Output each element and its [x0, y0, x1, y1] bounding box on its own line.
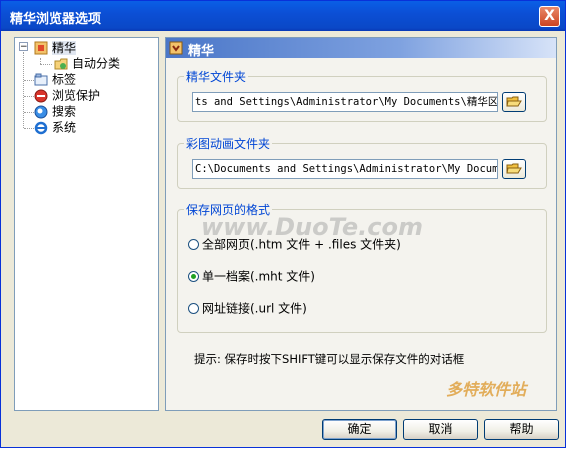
tree-item-label: 自动分类 [72, 56, 121, 71]
window-title: 精华浏览器选项 [10, 12, 102, 27]
tree-item-label: 浏览保护 [52, 88, 101, 103]
radio-button[interactable] [188, 239, 199, 250]
collapse-icon[interactable]: − [19, 42, 28, 52]
help-button[interactable]: 帮助 [484, 419, 559, 440]
group-legend: 彩图动画文件夹 [186, 137, 271, 151]
group-legend: 精华文件夹 [186, 70, 247, 84]
watermark-logo-text: 多特软件站 [446, 380, 527, 399]
options-dialog: 精华浏览器选项 X − 精华 自动分类 标签 浏览保护 搜索 系统 精华 精华文… [0, 0, 566, 448]
tree-item-favorites[interactable]: 精华 [34, 39, 77, 55]
favorites-folder-icon [34, 41, 48, 54]
option-label: 单一档案(.mht 文件) [202, 269, 315, 284]
panel-header: 精华 [166, 38, 556, 59]
favorites-folder-icon [169, 41, 183, 55]
tabs-icon [34, 73, 48, 85]
tree-item-system[interactable]: 系统 [34, 119, 76, 135]
open-folder-icon [506, 96, 522, 107]
title-bar[interactable]: 精华浏览器选项 X [1, 1, 565, 31]
system-ie-icon [34, 121, 48, 134]
tree-item-label: 系统 [52, 120, 77, 135]
watermark-text: www.DuoTe.com [201, 213, 423, 241]
search-icon [34, 105, 48, 118]
browse-favorites-button[interactable] [502, 92, 526, 112]
tree-item-tabs[interactable]: 标签 [34, 71, 76, 87]
browse-animation-button[interactable] [502, 159, 526, 179]
tree-item-label: 搜索 [52, 104, 77, 119]
tree-item-search[interactable]: 搜索 [34, 103, 76, 119]
tree-item-label: 精华 [52, 40, 77, 55]
format-option-url[interactable]: 网址链接(.url 文件) [188, 300, 307, 316]
hint-text: 提示: 保存时按下SHIFT键可以显示保存文件的对话框 [194, 352, 465, 366]
open-folder-icon [506, 163, 522, 174]
close-button[interactable]: X [539, 6, 560, 27]
tree-item-protection[interactable]: 浏览保护 [34, 87, 100, 103]
radio-button[interactable] [188, 303, 199, 314]
ok-button[interactable]: 确定 [322, 419, 397, 440]
auto-classify-icon [54, 58, 68, 69]
radio-button-checked[interactable] [188, 271, 199, 282]
format-option-mht[interactable]: 单一档案(.mht 文件) [188, 268, 315, 284]
protection-icon [34, 89, 48, 102]
tree-item-auto-classify[interactable]: 自动分类 [54, 55, 120, 71]
favorites-folder-path-field[interactable]: ts and Settings\Administrator\My Documen… [192, 92, 498, 112]
animation-folder-path-field[interactable]: C:\Documents and Settings\Administrator\… [192, 159, 498, 179]
category-tree: − 精华 自动分类 标签 浏览保护 搜索 系统 [14, 37, 159, 411]
cancel-button[interactable]: 取消 [403, 419, 478, 440]
option-label: 网址链接(.url 文件) [202, 301, 307, 316]
tree-item-label: 标签 [52, 72, 77, 87]
panel-title: 精华 [188, 44, 215, 59]
